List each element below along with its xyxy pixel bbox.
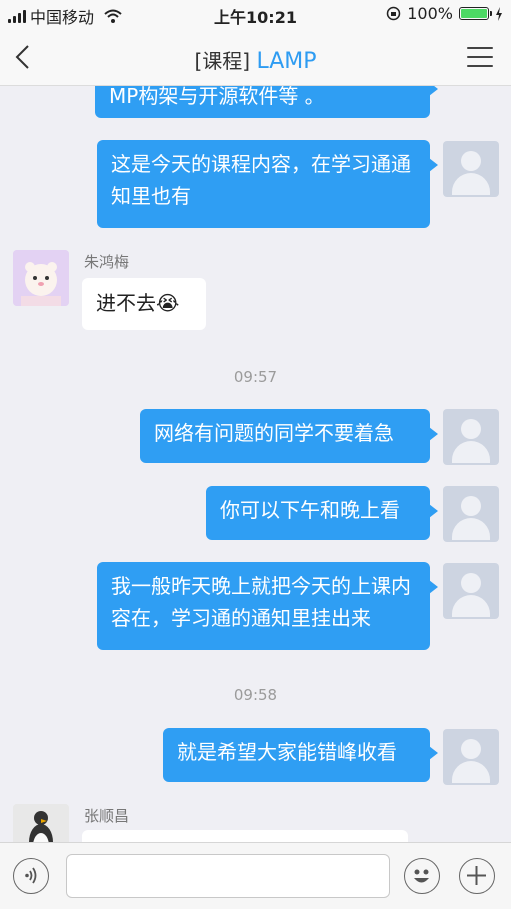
penguin-avatar-icon: [13, 804, 69, 842]
self-avatar[interactable]: [443, 486, 499, 542]
self-avatar[interactable]: [443, 729, 499, 785]
orientation-lock-icon: [387, 6, 401, 21]
message-input[interactable]: [66, 854, 390, 898]
message-text: 我一般昨天晚上就把今天的上课内容在，学习通的通知里挂出来: [111, 574, 411, 630]
title-name: LAMP: [256, 49, 317, 74]
input-bar: [0, 842, 511, 909]
status-right: 100%: [386, 4, 503, 23]
battery-icon: [459, 7, 492, 20]
chat-title: [课程] LAMP: [0, 45, 511, 74]
bear-avatar-icon: [13, 250, 69, 306]
message-bubble[interactable]: 就是希望大家能错峰收看: [163, 728, 438, 782]
message-text: 进不去😭: [96, 291, 180, 315]
nav-bar: [课程] LAMP: [0, 28, 511, 86]
message-bubble[interactable]: 进不去😭: [82, 278, 206, 330]
self-avatar[interactable]: [443, 563, 499, 619]
emoji-button[interactable]: [404, 858, 440, 894]
message-bubble[interactable]: 我一般昨天晚上就把今天的上课内容在，学习通的通知里挂出来: [97, 562, 438, 650]
message-bubble[interactable]: 网络有问题的同学不要着急: [140, 409, 438, 463]
message-text: 网络有问题的同学不要着急: [154, 421, 394, 445]
plus-icon: [467, 866, 486, 885]
title-prefix: [课程]: [194, 49, 251, 73]
message-text: 你可以下午和晚上看: [220, 498, 400, 522]
message-text: 就是希望大家能错峰收看: [177, 740, 397, 764]
message-bubble[interactable]: 你可以下午和晚上看: [206, 486, 438, 540]
avatar[interactable]: [13, 804, 69, 842]
sender-name: 张顺昌: [84, 807, 130, 825]
voice-button[interactable]: [13, 858, 49, 894]
message-bubble[interactable]: [82, 830, 408, 842]
charging-icon: [496, 6, 502, 21]
message-text: 这是今天的课程内容，在学习通通知里也有: [111, 152, 411, 208]
self-avatar[interactable]: [443, 141, 499, 197]
add-button[interactable]: [459, 858, 495, 894]
message-bubble[interactable]: MP构架与开源软件等 。: [95, 86, 438, 118]
message-text: MP构架与开源软件等 。: [109, 86, 325, 108]
avatar[interactable]: [13, 250, 69, 306]
message-bubble[interactable]: 这是今天的课程内容，在学习通通知里也有: [97, 140, 438, 228]
smiley-icon: [414, 869, 429, 883]
chat-area[interactable]: MP构架与开源软件等 。 这是今天的课程内容，在学习通通知里也有 朱鸿梅 进不去…: [0, 86, 511, 842]
self-avatar[interactable]: [443, 409, 499, 465]
timestamp: 09:57: [233, 368, 278, 386]
battery-percent: 100%: [407, 4, 453, 23]
status-bar: 中国移动 上午10:21 100%: [0, 0, 511, 28]
sender-name: 朱鸿梅: [84, 253, 130, 271]
voice-icon: [25, 867, 37, 884]
menu-icon[interactable]: [467, 47, 493, 67]
timestamp: 09:58: [233, 686, 278, 704]
